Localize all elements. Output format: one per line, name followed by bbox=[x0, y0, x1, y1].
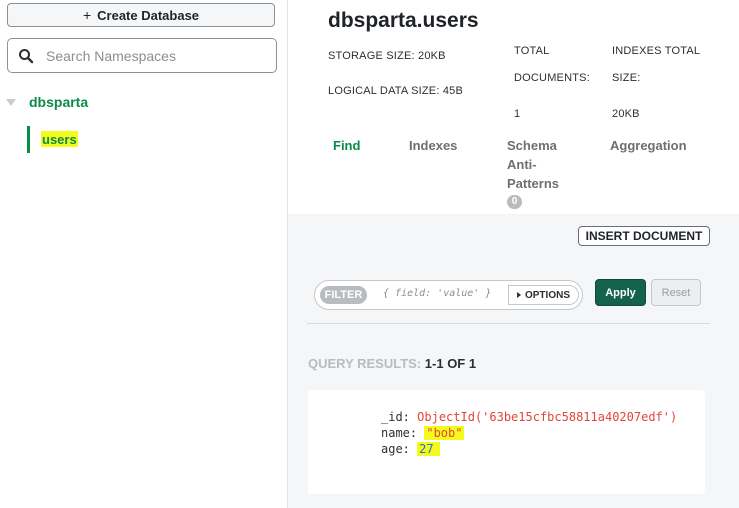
sidebar: + Create Database Search Namespaces dbsp… bbox=[0, 0, 288, 508]
field-key: _id: bbox=[381, 410, 410, 424]
document-field-id: _id: ObjectId('63be15cfbc58811a40207edf'… bbox=[381, 409, 677, 425]
indexes-total-value: 20KB bbox=[612, 108, 640, 120]
create-database-label: Create Database bbox=[97, 7, 200, 23]
tab-schema-line1: Schema bbox=[507, 138, 557, 153]
filter-bar: FILTER { field: 'value' } OPTIONS bbox=[314, 280, 583, 310]
search-icon bbox=[19, 48, 34, 63]
active-collection-indicator bbox=[27, 126, 30, 153]
collection-item-users[interactable]: users bbox=[41, 131, 78, 147]
reset-button[interactable]: Reset bbox=[651, 279, 701, 306]
document-card[interactable]: _id: ObjectId('63be15cfbc58811a40207edf'… bbox=[308, 390, 705, 494]
options-button[interactable]: OPTIONS bbox=[508, 285, 579, 305]
query-results-summary: QUERY RESULTS: 1-1 OF 1 bbox=[308, 356, 476, 371]
options-label: OPTIONS bbox=[524, 289, 570, 301]
query-results-label: QUERY RESULTS: bbox=[308, 356, 422, 371]
query-results-count: 1-1 OF 1 bbox=[424, 356, 477, 371]
tab-schema-line3: Patterns bbox=[507, 176, 560, 191]
document-field-name: name: "bob" bbox=[381, 425, 465, 441]
divider bbox=[307, 323, 710, 324]
storage-size: STORAGE SIZE: 20KB bbox=[328, 50, 446, 62]
insert-document-button[interactable]: INSERT DOCUMENT bbox=[578, 226, 710, 246]
tab-schema-line2: Anti- bbox=[507, 157, 537, 172]
field-key: name: bbox=[381, 426, 418, 440]
total-documents-label-line1: TOTAL bbox=[514, 45, 550, 57]
search-namespaces-input[interactable]: Search Namespaces bbox=[7, 38, 277, 73]
tab-aggregation[interactable]: Aggregation bbox=[610, 136, 687, 155]
document-field-age: age: 27 bbox=[381, 441, 440, 457]
tab-indexes[interactable]: Indexes bbox=[409, 136, 457, 155]
field-key: age: bbox=[381, 442, 410, 456]
main-panel: dbsparta.users STORAGE SIZE: 20KB LOGICA… bbox=[288, 0, 739, 508]
filter-input[interactable]: { field: 'value' } bbox=[383, 288, 491, 299]
documents-area: INSERT DOCUMENT FILTER { field: 'value' … bbox=[288, 214, 739, 508]
apply-button[interactable]: Apply bbox=[595, 279, 646, 306]
tab-find[interactable]: Find bbox=[333, 136, 360, 155]
total-documents-label-line2: DOCUMENTS: bbox=[514, 72, 590, 84]
field-value: 27 bbox=[417, 442, 440, 456]
logical-data-size: LOGICAL DATA SIZE: 45B bbox=[328, 85, 464, 97]
database-name: dbsparta bbox=[29, 94, 89, 110]
indexes-total-label-line1: INDEXES TOTAL bbox=[612, 45, 701, 57]
field-value: "bob" bbox=[424, 426, 465, 440]
create-database-button[interactable]: + Create Database bbox=[7, 3, 275, 27]
caret-down-icon[interactable] bbox=[6, 98, 16, 106]
plus-icon: + bbox=[82, 7, 92, 23]
search-placeholder: Search Namespaces bbox=[46, 47, 176, 64]
filter-tag: FILTER bbox=[320, 286, 367, 304]
indexes-total-label-line2: SIZE: bbox=[612, 72, 641, 84]
page-title: dbsparta.users bbox=[328, 9, 479, 32]
schema-count-badge: 0 bbox=[507, 195, 522, 209]
tab-schema-anti-patterns[interactable]: Schema Anti- Patterns bbox=[507, 136, 559, 193]
caret-right-icon bbox=[516, 292, 521, 298]
database-item-dbsparta[interactable]: dbsparta bbox=[6, 94, 88, 110]
total-documents-value: 1 bbox=[514, 108, 521, 120]
field-value: ObjectId('63be15cfbc58811a40207edf') bbox=[417, 410, 678, 424]
